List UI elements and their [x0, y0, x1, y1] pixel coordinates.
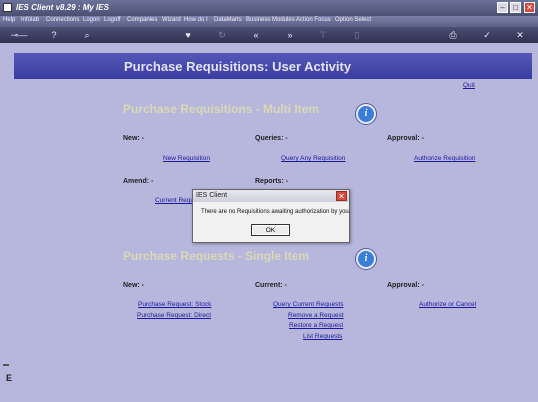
- heart-icon[interactable]: ♥: [183, 30, 193, 40]
- multi-queries-label: Queries: -: [255, 135, 288, 142]
- menu-how-do-i[interactable]: How do I: [184, 17, 208, 23]
- info-icon[interactable]: i: [356, 249, 376, 269]
- left-strip: E: [0, 43, 13, 402]
- menu-connections[interactable]: Connections: [46, 17, 79, 23]
- search-icon[interactable]: ⌕: [82, 30, 92, 40]
- dialog-titlebar: IES Client ✕: [193, 190, 349, 202]
- check-icon[interactable]: ✓: [482, 30, 492, 40]
- strip-marker: [3, 364, 9, 366]
- ok-button[interactable]: OK: [251, 224, 290, 236]
- rewind-icon[interactable]: «: [251, 30, 261, 40]
- menu-companies[interactable]: Companies: [127, 17, 157, 23]
- section-multi-item: Purchase Requisitions - Multi Item: [123, 102, 320, 116]
- fast-forward-icon[interactable]: »: [285, 30, 295, 40]
- menu-wizard[interactable]: Wizard: [162, 17, 181, 23]
- dialog-close-button[interactable]: ✕: [336, 191, 347, 201]
- key-icon[interactable]: ⊸—: [8, 30, 30, 40]
- info-icon[interactable]: i: [356, 104, 376, 124]
- new-requisition-link[interactable]: New Requisition: [163, 155, 210, 162]
- menu-action-focus[interactable]: Action Focus: [296, 17, 331, 23]
- menu-option-select[interactable]: Option Select: [335, 17, 371, 23]
- menu-bar: Help Infolab Connections Logon Logoff Co…: [0, 16, 538, 27]
- close-icon[interactable]: ✕: [515, 30, 525, 40]
- app-icon: [3, 3, 12, 12]
- dialog-title: IES Client: [196, 192, 228, 199]
- refresh-icon[interactable]: ↻: [217, 30, 227, 40]
- menu-datamarts[interactable]: DataMarts: [214, 17, 242, 23]
- toolbar: ⊸— ? ⌕ ♥ ↻ « » ⊤ ▯ ⎙ ✓ ✕: [0, 27, 538, 43]
- query-any-requisition-link[interactable]: Query Any Requisition: [281, 155, 345, 162]
- section-single-item: Purchase Requests - Single Item: [123, 249, 310, 263]
- minimize-button[interactable]: –: [497, 2, 508, 13]
- page-header: Purchase Requisitions: User Activity: [14, 53, 532, 79]
- strip-glyph: E: [6, 373, 13, 383]
- query-current-requests-link[interactable]: Query Current Requests: [273, 301, 343, 308]
- purchase-request-direct-link[interactable]: Purchase Request: Direct: [137, 312, 211, 319]
- multi-reports-label: Reports: -: [255, 178, 289, 185]
- maximize-button[interactable]: □: [510, 2, 521, 13]
- multi-approval-label: Approval: -: [387, 135, 424, 142]
- menu-help[interactable]: Help: [3, 17, 15, 23]
- bookmark-icon[interactable]: ⊤: [318, 30, 328, 40]
- quit-link[interactable]: Quit: [463, 82, 475, 89]
- page-title: Purchase Requisitions: User Activity: [124, 59, 352, 74]
- window-title: IES Client v8.29 : My IES: [16, 3, 109, 12]
- list-requests-link[interactable]: List Requests: [303, 333, 342, 340]
- remove-request-link[interactable]: Remove a Request: [288, 312, 344, 319]
- purchase-request-stock-link[interactable]: Purchase Request: Stock: [138, 301, 211, 308]
- single-approval-label: Approval: -: [387, 282, 424, 289]
- print-icon[interactable]: ⎙: [448, 30, 458, 40]
- single-current-label: Current: -: [255, 282, 287, 289]
- dialog-message: There are no Requisitions awaiting autho…: [201, 209, 351, 215]
- window-titlebar: IES Client v8.29 : My IES – □ ✕: [0, 0, 538, 16]
- menu-logon[interactable]: Logon: [83, 17, 100, 23]
- message-dialog: IES Client ✕ There are no Requisitions a…: [192, 189, 350, 243]
- menu-logoff[interactable]: Logoff: [104, 17, 121, 23]
- help-icon[interactable]: ?: [49, 30, 59, 40]
- single-new-label: New: -: [123, 282, 144, 289]
- multi-new-label: New: -: [123, 135, 144, 142]
- current-requisitions-link[interactable]: Current Requ: [155, 197, 194, 204]
- window-close-button[interactable]: ✕: [524, 2, 535, 13]
- restore-request-link[interactable]: Restore a Request: [289, 322, 343, 329]
- page-icon[interactable]: ▯: [352, 30, 362, 40]
- authorize-or-cancel-link[interactable]: Authorize or Cancel: [419, 301, 476, 308]
- menu-infolab[interactable]: Infolab: [21, 17, 39, 23]
- multi-amend-label: Amend: -: [123, 178, 154, 185]
- menu-business-modules[interactable]: Business Modules: [246, 17, 295, 23]
- authorize-requisition-link[interactable]: Authorize Requisition: [414, 155, 475, 162]
